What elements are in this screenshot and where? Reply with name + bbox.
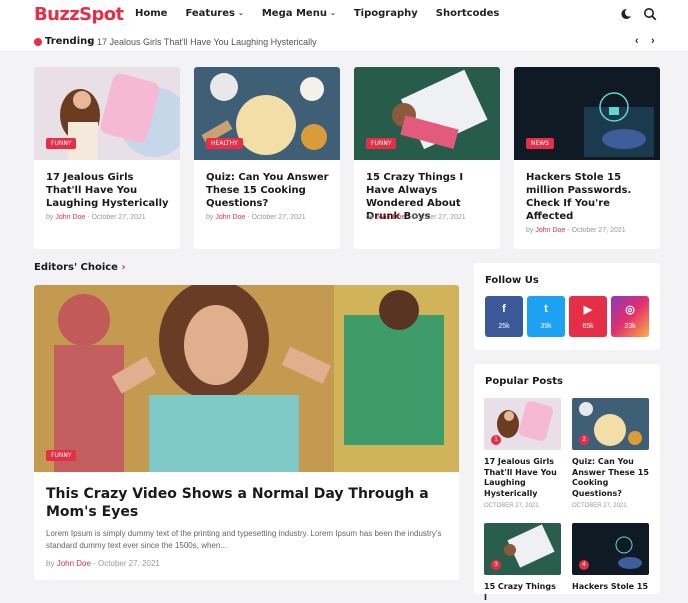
header: BuzzSpot Home Features ⌄ Mega Menu ⌄ Tipog… [0,0,688,30]
instagram-icon: ◎ [625,304,635,316]
nav-item-tipography[interactable]: Tipography [354,8,418,19]
post-meta: by John Doe - October 27, 2021 [46,559,160,568]
popular-post-title[interactable]: Hackers Stole 15 [572,582,649,593]
facebook-icon: f [502,303,506,315]
trending-label: Trending [45,36,95,47]
section-heading[interactable]: Editors' Choice › [34,262,126,273]
post-title[interactable]: 17 Jealous Girls That'll Have You Laughi… [46,171,171,210]
chevron-down-icon: ⌄ [329,9,336,17]
chevron-right-icon: › [121,262,126,273]
twitter-icon: t [544,303,548,315]
site-logo[interactable]: BuzzSpot [34,4,124,25]
popular-post-title[interactable]: 15 Crazy Things I [484,582,561,603]
popular-post-title[interactable]: Quiz: Can You Answer These 15 Cooking Qu… [572,457,649,499]
category-badge[interactable]: NEWS [526,138,555,149]
moon-icon[interactable] [620,8,632,20]
category-badge[interactable]: HEALTHY [206,138,243,149]
category-badge[interactable]: FUNNY [366,138,397,149]
post-card[interactable]: HEALTHY Quiz: Can You Answer These 15 Co… [194,67,340,249]
nav-item-features[interactable]: Features ⌄ [185,8,243,19]
nav-item-shortcodes[interactable]: Shortcodes [436,8,500,19]
post-meta: by John Doe - October 27, 2021 [206,214,306,221]
featured-post[interactable]: FUNNY This Crazy Video Shows a Normal Da… [34,285,459,580]
follow-us-widget: Follow Us f 25k t 39k ▶ 65k ◎ 23k [474,263,660,350]
post-card[interactable]: FUNNY 17 Jealous Girls That'll Have You … [34,67,180,249]
author-link[interactable]: John Doe [375,214,405,221]
post-meta: by John Doe - October 27, 2021 [46,214,146,221]
author-link[interactable]: John Doe [535,227,565,234]
widget-title: Follow Us [485,275,539,286]
youtube-button[interactable]: ▶ 65k [569,296,607,337]
twitter-button[interactable]: t 39k [527,296,565,337]
featured-excerpt: Lorem Ipsum is simply dummy text of the … [46,529,442,550]
nav-item-mega-menu[interactable]: Mega Menu ⌄ [262,8,336,19]
main-nav: Home Features ⌄ Mega Menu ⌄ Tipography Sho… [135,8,517,19]
instagram-button[interactable]: ◎ 23k [611,296,649,337]
popular-post-date: OCTOBER 27, 2021 [484,503,539,509]
trending-next-button[interactable]: › [651,35,655,47]
flame-icon [34,38,42,46]
trending-prev-button[interactable]: ‹ [635,35,639,47]
author-link[interactable]: John Doe [57,559,91,568]
featured-title[interactable]: This Crazy Video Shows a Normal Day Thro… [46,485,446,521]
chevron-down-icon: ⌄ [237,9,244,17]
search-icon[interactable] [643,7,657,21]
popular-posts-widget: Popular Posts 1 17 Jealous Girls That'll… [474,364,660,602]
chevron-right-icon: › [88,36,91,46]
post-card[interactable]: FUNNY 15 Crazy Things I Have Always Wond… [354,67,500,249]
facebook-button[interactable]: f 25k [485,296,523,337]
post-title[interactable]: Quiz: Can You Answer These 15 Cooking Qu… [206,171,331,210]
category-badge[interactable]: FUNNY [46,450,77,461]
post-card[interactable]: NEWS Hackers Stole 15 million Passwords.… [514,67,660,249]
youtube-icon: ▶ [583,304,593,316]
featured-image[interactable] [34,285,459,472]
trending-bar: Trending › 17 Jealous Girls That'll Have… [0,30,688,52]
author-link[interactable]: John Doe [215,214,245,221]
nav-item-home[interactable]: Home [135,8,167,19]
widget-title: Popular Posts [485,376,563,387]
trending-link[interactable]: 17 Jealous Girls That'll Have You Laughi… [97,37,317,47]
post-title[interactable]: Hackers Stole 15 million Passwords. Chec… [526,171,651,223]
post-meta: by John Doe - October 27, 2021 [366,214,466,221]
popular-post-title[interactable]: 17 Jealous Girls That'll Have You Laughi… [484,457,561,499]
post-meta: by John Doe - October 27, 2021 [526,227,626,234]
author-link[interactable]: John Doe [55,214,85,221]
category-badge[interactable]: FUNNY [46,138,77,149]
popular-post-date: OCTOBER 27, 2021 [572,503,627,509]
